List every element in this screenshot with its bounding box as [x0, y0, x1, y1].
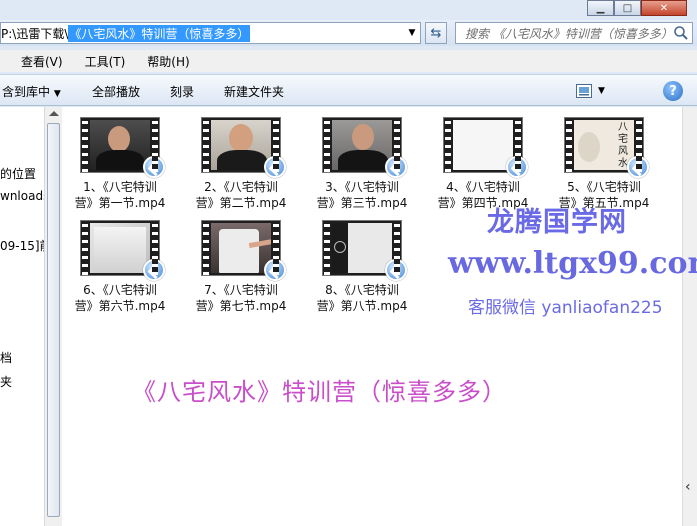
close-button[interactable]: ✕	[641, 0, 687, 16]
play-all-button[interactable]: 全部播放	[92, 83, 140, 100]
nav-item-documents[interactable]: 档	[0, 349, 12, 366]
video-thumbnail	[201, 117, 286, 178]
minimize-button[interactable]: ▁	[587, 0, 614, 16]
video-thumbnail	[201, 220, 286, 281]
address-bar[interactable]: P:\迅雷下载\ 《八宅风水》特训营（惊喜多多） ▼	[0, 22, 421, 44]
file-name-line1: 3、《八宅特训	[325, 180, 399, 194]
video-thumbnail	[80, 117, 165, 178]
file-name-line1: 5、《八宅特训	[567, 180, 641, 194]
file-name-line2: 营》第八节.mp4	[316, 299, 408, 313]
chevron-down-icon: ▼	[598, 86, 605, 96]
video-play-icon	[143, 156, 165, 178]
menu-help[interactable]: 帮助(H)	[143, 53, 193, 70]
video-play-icon	[627, 156, 649, 178]
video-play-icon	[264, 259, 286, 281]
file-name-line1: 8、《八宅特训	[325, 283, 399, 297]
nav-item-folder-2[interactable]: 夹	[0, 373, 12, 390]
nav-scrollbar[interactable]	[44, 107, 62, 526]
watermark-site-name: 龙腾国学网	[487, 207, 627, 238]
file-item[interactable]: 4、《八宅特训 营》第四节.mp4	[435, 117, 531, 211]
menu-view[interactable]: 查看(V)	[17, 53, 67, 70]
refresh-icon[interactable]: ⇆	[425, 22, 447, 44]
search-placeholder: 搜索 《八宅风水》特训营（惊喜多多）	[465, 26, 673, 41]
file-name-line1: 1、《八宅特训	[83, 180, 157, 194]
search-icon[interactable]	[673, 25, 689, 41]
chevron-left-icon[interactable]: ‹	[685, 479, 691, 495]
file-name-line1: 6、《八宅特训	[83, 283, 157, 297]
video-play-icon	[506, 156, 528, 178]
file-item[interactable]: 八宅风水 5、《八宅特训 营》第五节.mp4	[556, 117, 652, 211]
file-name-line2: 营》第六节.mp4	[74, 299, 166, 313]
address-path-selected[interactable]: 《八宅风水》特训营（惊喜多多）	[68, 24, 251, 42]
view-options-button[interactable]: ▼	[576, 82, 610, 100]
video-thumbnail	[443, 117, 528, 178]
address-row: P:\迅雷下载\ 《八宅风水》特训营（惊喜多多） ▼ ⇆ 搜索 《八宅风水》特训营…	[0, 20, 697, 46]
overlay-title: 《八宅风水》特训营（惊喜多多）	[132, 378, 507, 406]
file-item[interactable]: 7、《八宅特训 营》第七节.mp4	[193, 220, 289, 314]
file-name-line2: 营》第三节.mp4	[316, 196, 408, 210]
video-thumbnail	[322, 220, 407, 281]
video-thumbnail	[80, 220, 165, 281]
nav-item-recent-places[interactable]: 的位置	[0, 165, 36, 182]
include-in-library-label: 含到库中	[2, 85, 51, 99]
file-name-line1: 2、《八宅特训	[204, 180, 278, 194]
view-icon	[576, 84, 592, 98]
scroll-up-icon[interactable]	[49, 111, 59, 116]
nav-item-downloads[interactable]: wnloads	[0, 189, 44, 203]
file-item[interactable]: 8、《八宅特训 营》第八节.mp4	[314, 220, 410, 314]
nav-item-folder[interactable]: 09-15]前	[0, 237, 44, 254]
command-bar: 含到库中 ▼ 全部播放 刻录 新建文件夹 ▼ ?	[0, 74, 697, 106]
watermark-wechat: 客服微信 yanliaofan225	[468, 298, 663, 318]
video-play-icon	[385, 156, 407, 178]
file-item[interactable]: 1、《八宅特训 营》第一节.mp4	[72, 117, 168, 211]
file-item[interactable]: 2、《八宅特训 营》第二节.mp4	[193, 117, 289, 211]
file-name-line2: 营》第二节.mp4	[195, 196, 287, 210]
address-path-prefix: P:\迅雷下载\	[1, 26, 69, 41]
file-name-line1: 4、《八宅特训	[446, 180, 520, 194]
file-name-line2: 营》第一节.mp4	[74, 196, 166, 210]
window-controls: ▁ □ ✕	[587, 0, 687, 16]
file-name-line1: 7、《八宅特训	[204, 283, 278, 297]
navigation-pane: 的位置 wnloads 09-15]前 档 夹	[0, 107, 44, 526]
file-item[interactable]: 3、《八宅特训 营》第三节.mp4	[314, 117, 410, 211]
video-thumbnail: 八宅风水	[564, 117, 649, 178]
new-folder-button[interactable]: 新建文件夹	[224, 83, 284, 100]
burn-button[interactable]: 刻录	[170, 83, 194, 100]
menu-bar: 查看(V) 工具(T) 帮助(H)	[0, 50, 697, 72]
search-input[interactable]: 搜索 《八宅风水》特训营（惊喜多多）	[455, 22, 693, 44]
chevron-down-icon: ▼	[53, 89, 61, 99]
video-play-icon	[264, 156, 286, 178]
file-item[interactable]: 6、《八宅特训 营》第六节.mp4	[72, 220, 168, 314]
watermark-url: www.ltgx99.com	[448, 246, 697, 281]
file-name-line2: 营》第七节.mp4	[195, 299, 287, 313]
video-thumbnail	[322, 117, 407, 178]
menu-tools[interactable]: 工具(T)	[81, 53, 130, 70]
help-icon[interactable]: ?	[663, 81, 683, 101]
video-play-icon	[143, 259, 165, 281]
include-in-library-button[interactable]: 含到库中 ▼	[2, 83, 61, 100]
scrollbar-thumb[interactable]	[47, 123, 60, 517]
maximize-button[interactable]: □	[614, 0, 641, 16]
video-play-icon	[385, 259, 407, 281]
vertical-scrollbar[interactable]: ‹	[682, 107, 697, 526]
address-dropdown-icon[interactable]: ▼	[404, 23, 420, 43]
